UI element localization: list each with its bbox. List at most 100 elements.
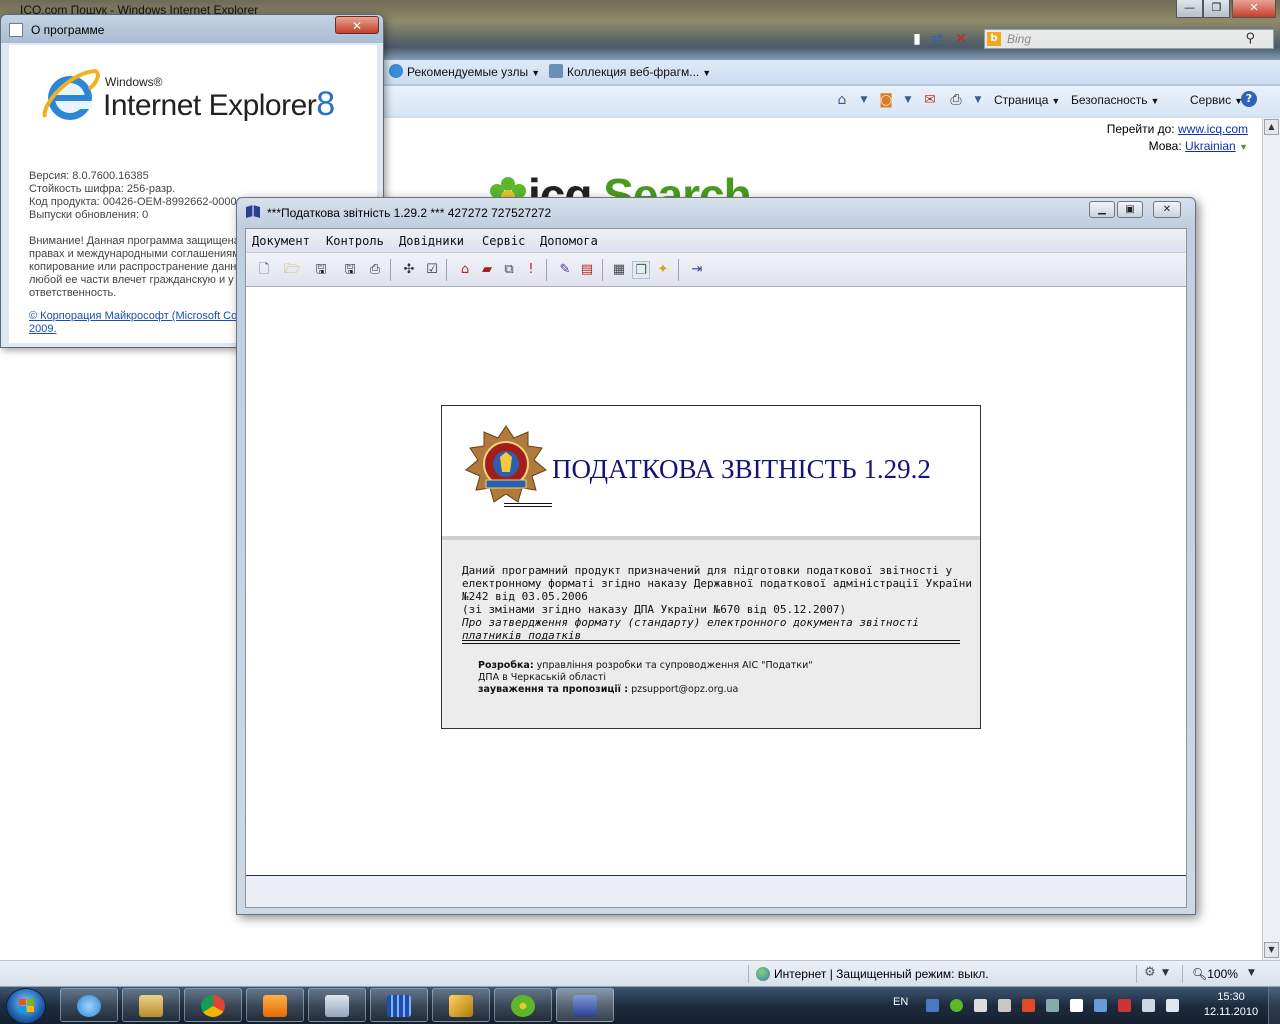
print-icon[interactable]: ⎙ [366,261,384,279]
save-all-icon[interactable]: 🖫︎ [341,261,359,279]
edit-pencil-icon[interactable]: ✎ [556,261,574,279]
blocked-tray-icon[interactable] [1118,999,1131,1012]
app-close-button[interactable]: ✕ [1153,201,1181,218]
taskbar-internet-explorer[interactable] [60,988,118,1022]
send-icon[interactable]: ✦ [654,261,672,279]
scroll-up-icon[interactable]: ▲ [1264,119,1279,135]
ie-page-icon [9,23,23,37]
favorites-item-webslices[interactable]: Коллекция веб-фрагм... ▼ [549,64,711,79]
menu-control[interactable]: Контроль [326,234,384,248]
chevron-down-icon[interactable]: ▼ [855,91,873,109]
close-button[interactable]: ✕ [1232,0,1276,18]
taskbar-media-player[interactable] [246,988,304,1022]
menu-help[interactable]: Допомога [540,234,598,248]
properties-icon[interactable]: ▦ [610,261,628,279]
taskbar-podatkova[interactable] [556,988,614,1022]
chevron-down-icon[interactable]: ▼ [1162,968,1169,978]
new-document-icon[interactable]: 🗋︎ [255,261,273,279]
icq-home-link[interactable]: www.icq.com [1178,122,1248,136]
documents-icon[interactable]: ❐ [632,261,650,279]
windows-logo-icon [19,999,34,1012]
home-icon[interactable]: ⌂ [833,91,851,109]
refresh-icon[interactable]: ⇄ [928,30,946,48]
favorites-item-label: Рекомендуемые узлы [407,65,529,79]
language-link[interactable]: Ukrainian [1185,139,1236,153]
clock-date: 12.11.2010 [1203,1006,1259,1018]
chevron-down-icon[interactable]: ▼ [1239,142,1248,152]
tool-tray-icon[interactable] [1022,999,1035,1012]
chevron-down-icon[interactable]: ▼ [969,91,987,109]
media-player-icon [263,995,287,1017]
zoom-level[interactable]: 🔍︎100% [1192,967,1238,981]
tools-menu[interactable]: Сервис ▼ [1190,93,1243,107]
mail-icon[interactable]: ✉ [921,91,939,109]
exit-icon[interactable]: ⇥ [688,261,706,279]
search-icon[interactable]: ⚲ [1245,31,1255,46]
volume-icon[interactable] [1166,999,1179,1012]
page-menu[interactable]: Страница ▼ [994,93,1060,107]
status-divider [748,965,749,983]
minimize-button[interactable]: — [1176,0,1203,18]
home-icon[interactable]: ⌂ [456,261,474,279]
icq-tray-icon[interactable] [950,999,963,1012]
network-tray-icon[interactable] [926,999,939,1012]
report-icon[interactable]: ▤ [578,261,596,279]
splash-description: Даний програмний продукт призначений для… [462,564,972,642]
protected-mode-icon[interactable]: ⚙ [1144,965,1156,980]
display-tray-icon[interactable] [1142,999,1155,1012]
print-icon[interactable]: ⎙ [947,91,965,109]
app-minimize-button[interactable]: ▁ [1089,201,1115,218]
wifi-tray-icon[interactable] [1094,999,1107,1012]
maximize-button[interactable]: ❐ [1203,0,1230,18]
about-version-info: Версия: 8.0.7600.16385 Стойкость шифра: … [29,170,243,222]
security-zone-status[interactable]: Интернет | Защищенный режим: выкл. [756,967,989,981]
rss-feed-icon[interactable]: ◙ [877,91,895,109]
start-button[interactable] [6,988,46,1024]
menu-document[interactable]: Документ [252,234,310,248]
book-icon[interactable]: ▰ [478,261,496,279]
language-indicator[interactable]: EN [893,996,908,1008]
app-maximize-button[interactable]: ▣ [1117,201,1143,218]
tools-menu-label: Сервис [1190,93,1232,107]
taskbar-file-explorer[interactable] [122,988,180,1022]
action-center-flag-icon[interactable] [1070,999,1083,1012]
help-icon[interactable]: ? [1241,91,1257,107]
vertical-scrollbar[interactable]: ▲ ▼ [1262,118,1280,960]
taskbar-chrome[interactable] [184,988,242,1022]
toolbar-separator [602,259,603,281]
menu-service[interactable]: Сервіс [482,234,525,248]
stop-icon[interactable]: ✕ [952,30,970,48]
checklist-icon[interactable]: ☑ [423,261,441,279]
app-tray-icon[interactable] [974,999,987,1012]
copyright-line: 2009. [29,323,57,335]
copyright-link[interactable]: © Корпорация Майкрософт (Microsoft Co 20… [29,310,237,336]
search-input[interactable]: b Bing ⚲ [984,29,1274,49]
developer-line-2: ДПА в Черкаській області [478,672,607,683]
menu-reference[interactable]: Довідники [399,234,464,248]
chevron-down-icon: ▼ [1150,96,1160,106]
taskbar-icq[interactable] [494,988,552,1022]
delete-document-icon[interactable]: ! [522,261,540,279]
taskbar-file-manager[interactable] [370,988,428,1022]
command-bar: ⌂ ▼ ◙ ▼ ✉ ⎙ ▼ Страница ▼ Безопасность ▼ Се… [383,86,1280,116]
system-clock[interactable]: 15:30 12.11.2010 [1196,990,1266,1020]
show-desktop-button[interactable] [1268,987,1280,1024]
tools-icon[interactable]: ✣ [400,261,418,279]
search-placeholder: Bing [1007,32,1032,46]
taskbar-tool[interactable] [432,988,490,1022]
copy-icon[interactable]: ⧉ [500,261,518,279]
chevron-down-icon[interactable]: ▼ [899,91,917,109]
taskbar-calculator[interactable] [308,988,366,1022]
safety-menu[interactable]: Безопасность ▼ [1071,93,1159,107]
chevron-down-icon[interactable]: ▼ [1248,968,1255,978]
open-folder-icon[interactable]: 🗁︎ [283,261,301,279]
favorites-item-suggested[interactable]: Рекомендуемые узлы ▼ [389,64,540,79]
save-icon[interactable]: 🖫︎ [312,261,330,279]
scroll-down-icon[interactable]: ▼ [1264,942,1279,958]
updates-line: Выпуски обновления: 0 [29,209,149,221]
pen-tray-icon[interactable] [998,999,1011,1012]
about-close-button[interactable]: ✕ [335,16,379,34]
compat-view-icon[interactable]: ▮ [908,30,926,48]
app-menubar: Документ Контроль Довідники Сервіс Допом… [246,229,1186,253]
device-tray-icon[interactable] [1046,999,1059,1012]
